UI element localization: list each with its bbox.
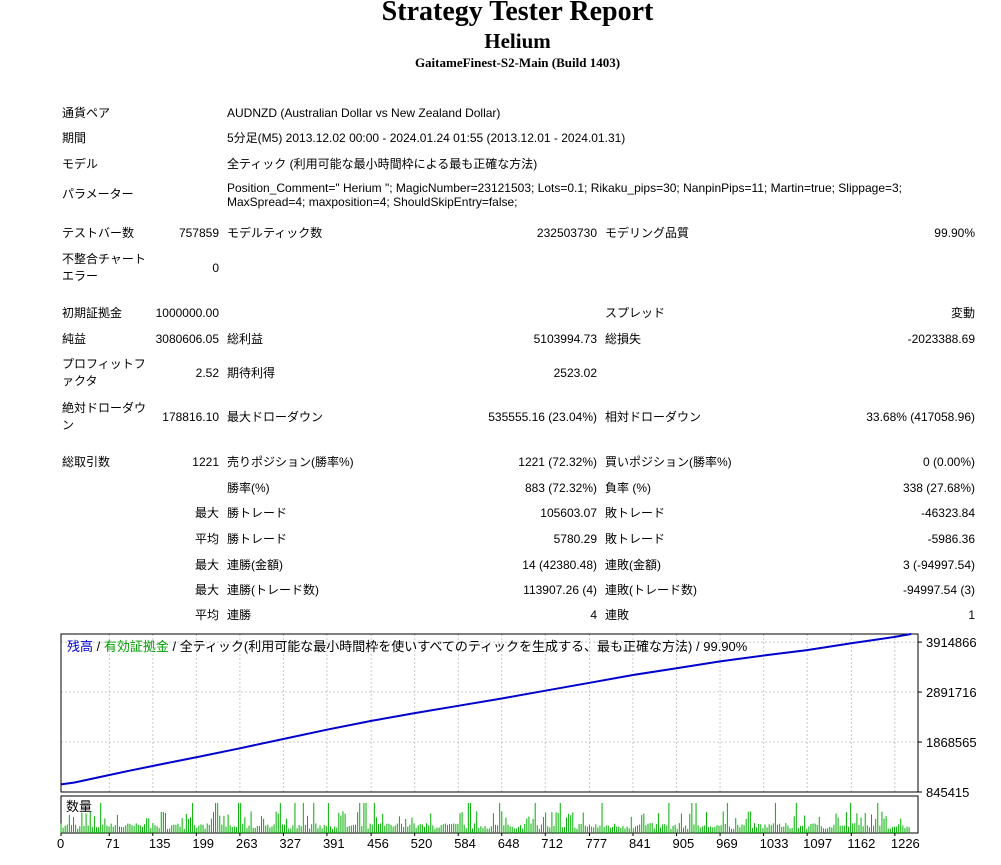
x-tick-label: 1226 [891, 836, 920, 851]
x-axis: 0 71 135 199 263 327 391 456 520 584 648 712 777 841 9… [57, 833, 920, 851]
x-tick-label: 391 [323, 836, 345, 851]
volume-bars [60, 803, 910, 833]
y-tick-label: 2891716 [926, 685, 977, 700]
x-tick-label: 1033 [760, 836, 789, 851]
x-tick-label: 199 [192, 836, 214, 851]
balance-series [60, 633, 912, 786]
chart-grid [60, 634, 918, 792]
x-tick-label: 905 [673, 836, 695, 851]
x-tick-label: 1162 [847, 836, 875, 851]
y-tick-label: 3914866 [926, 635, 977, 650]
x-tick-label: 1097 [803, 836, 832, 851]
x-tick-label: 712 [541, 836, 563, 851]
x-tick-label: 263 [236, 836, 258, 851]
x-tick-label: 327 [279, 836, 301, 851]
x-tick-label: 0 [57, 836, 64, 851]
x-tick-label: 648 [498, 836, 520, 851]
y-axis: 845415 1868565 2891716 3914866 [918, 635, 977, 800]
y-tick-label: 1868565 [926, 735, 977, 750]
legend-model: / 全ティック(利用可能な最小時間枠を使いすべてのティックを生成する、最も正確な… [169, 639, 748, 654]
legend-equity: 有効証拠金 [104, 639, 169, 654]
x-tick-label: 71 [105, 836, 119, 851]
balance-chart: 845415 1868565 2891716 3914866 0 71 135 199 263… [57, 633, 977, 851]
volume-chart-frame [60, 795, 919, 834]
x-tick-label: 135 [149, 836, 171, 851]
x-tick-label: 584 [454, 836, 476, 851]
y-tick-label: 845415 [926, 785, 969, 800]
volume-label: 数量 [66, 799, 92, 814]
x-tick-label: 520 [411, 836, 433, 851]
x-tick-label: 777 [585, 836, 607, 851]
x-tick-label: 841 [629, 836, 651, 851]
legend-sep: / [93, 639, 104, 654]
balance-line [60, 633, 912, 786]
x-tick-label: 456 [367, 836, 389, 851]
x-tick-label: 969 [716, 836, 738, 851]
main-chart-frame [60, 633, 919, 793]
legend-balance: 残高 [67, 639, 93, 654]
chart-legend: 残高 / 有効証拠金 / 全ティック(利用可能な最小時間枠を使いすべてのティック… [67, 639, 748, 654]
